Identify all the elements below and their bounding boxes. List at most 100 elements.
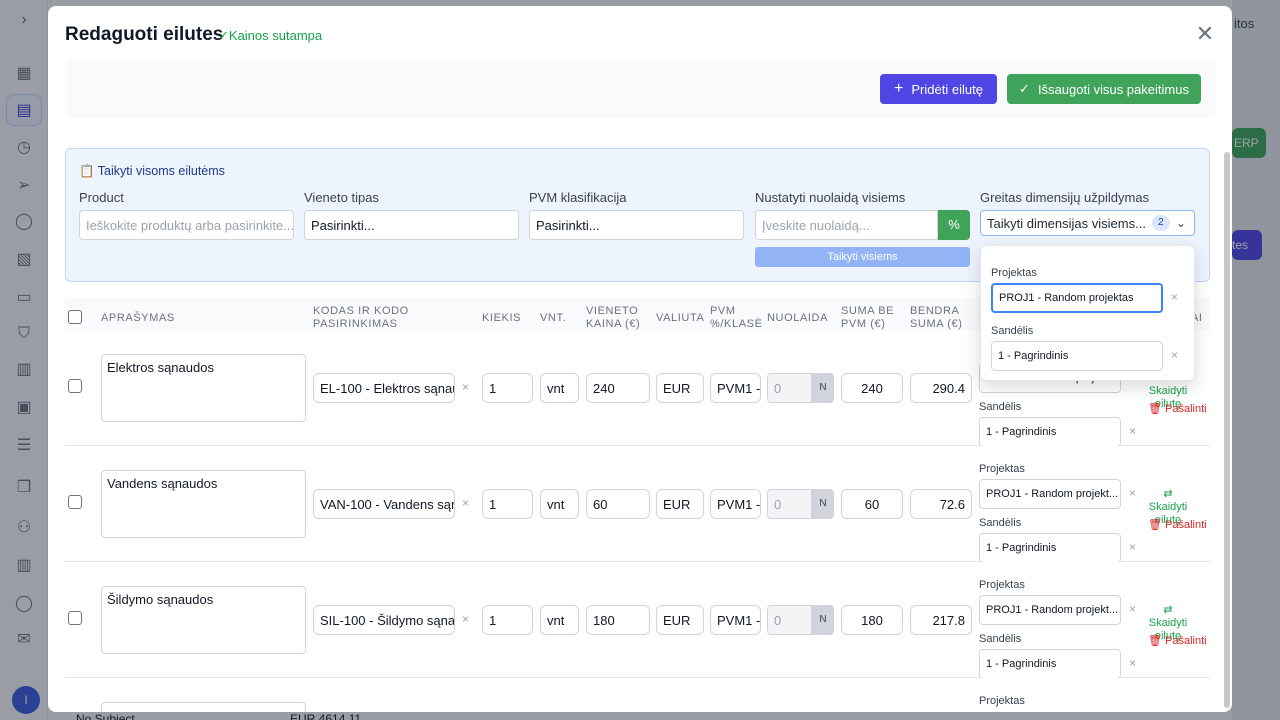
vat-select[interactable]: PVM1 - xyxy=(710,489,761,519)
save-all-button[interactable]: ✓ Išsaugoti visus pakeitimus xyxy=(1007,74,1201,104)
total-sum-input[interactable]: 290.4 xyxy=(910,373,972,403)
popup-project-label: Projektas xyxy=(991,267,1037,279)
discount-type-toggle[interactable]: N xyxy=(812,373,834,403)
quantity-input[interactable]: 1 xyxy=(482,605,533,635)
delete-line-button[interactable]: 🗑 Pašalinti xyxy=(1148,518,1207,531)
code-select[interactable]: VAN-100 - Vandens sąnaudos xyxy=(313,489,455,519)
modal-scrollbar[interactable] xyxy=(1224,152,1230,708)
table-row: Vandens sąnaudos VAN-100 - Vandens sąnau… xyxy=(65,446,1210,563)
select-all-checkbox[interactable] xyxy=(68,310,82,324)
column-net-sum: SUMA BE PVM (€) xyxy=(841,305,895,330)
discount-all-label: Nustatyti nuolaidą visiems xyxy=(755,190,906,205)
clear-code-icon[interactable]: × xyxy=(462,380,469,394)
clear-warehouse-icon[interactable]: × xyxy=(1129,656,1136,670)
warehouse-select[interactable]: 1 - Pagrindinis xyxy=(979,417,1121,447)
project-label: Projektas xyxy=(979,695,1025,707)
description-textarea[interactable]: Vandens sąnaudos xyxy=(101,470,306,538)
modal-toolbar: + Pridėti eilutę ✓ Išsaugoti visus pakei… xyxy=(65,60,1216,118)
warehouse-label: Sandėlis xyxy=(979,517,1022,529)
net-sum-input[interactable]: 60 xyxy=(841,489,903,519)
check-icon: ✓ xyxy=(1019,81,1030,96)
delete-line-button[interactable]: 🗑 Pašalinti xyxy=(1148,634,1207,647)
discount-type-toggle[interactable]: N xyxy=(812,605,834,635)
description-textarea[interactable]: Šildymo sąnaudos xyxy=(101,586,306,654)
product-search-input[interactable]: Ieškokite produktų arba pasirinkite... xyxy=(79,210,294,240)
unit-input[interactable]: vnt xyxy=(540,373,579,403)
table-row: Projektas xyxy=(65,678,1210,712)
column-total-sum: BENDRA SUMA (€) xyxy=(910,305,963,330)
dimensions-dropdown: Projektas PROJ1 - Random projektas × San… xyxy=(980,245,1195,381)
prices-match-status: ✓Kainos sutampa xyxy=(218,28,323,43)
row-checkbox[interactable] xyxy=(68,611,82,625)
clear-warehouse-icon[interactable]: × xyxy=(1129,424,1136,438)
total-sum-input[interactable]: 217.8 xyxy=(910,605,972,635)
clear-code-icon[interactable]: × xyxy=(462,496,469,510)
row-checkbox[interactable] xyxy=(68,495,82,509)
column-vat: PVM %/KLASĖ xyxy=(710,305,763,330)
warehouse-label: Sandėlis xyxy=(979,633,1022,645)
discount-input[interactable]: 0 xyxy=(767,489,812,519)
code-select[interactable]: SIL-100 - Šildymo sąnaudos xyxy=(313,605,455,635)
clear-project-icon[interactable]: × xyxy=(1129,602,1136,616)
quick-dimensions-label: Greitas dimensijų užpildymas xyxy=(980,190,1150,205)
chevron-down-icon: ⌄ xyxy=(1175,216,1186,230)
row-checkbox[interactable] xyxy=(68,379,82,393)
apply-all-title: 📋 Taikyti visoms eilutėms xyxy=(79,164,225,178)
clear-warehouse-icon[interactable]: × xyxy=(1129,540,1136,554)
currency-input[interactable]: EUR xyxy=(656,489,704,519)
unit-type-label: Vieneto tipas xyxy=(304,190,379,205)
warehouse-select[interactable]: 1 - Pagrindinis xyxy=(979,649,1121,679)
dimension-count-badge: 2 xyxy=(1151,215,1170,231)
dimensions-select[interactable]: Taikyti dimensijas visiems... 2 ⌄ xyxy=(980,210,1195,236)
popup-clear-warehouse-icon[interactable]: × xyxy=(1171,348,1178,362)
net-sum-input[interactable]: 180 xyxy=(841,605,903,635)
close-icon[interactable]: ✕ xyxy=(1194,23,1216,45)
unit-price-input[interactable]: 240 xyxy=(586,373,650,403)
clear-code-icon[interactable]: × xyxy=(462,612,469,626)
clear-project-icon[interactable]: × xyxy=(1129,486,1136,500)
description-textarea[interactable]: Elektros sąnaudos xyxy=(101,354,306,422)
popup-warehouse-input[interactable]: 1 - Pagrindinis xyxy=(991,341,1163,371)
vat-classification-select[interactable]: Pasirinkti... xyxy=(529,210,744,240)
add-line-button[interactable]: + Pridėti eilutę xyxy=(880,74,997,104)
currency-input[interactable]: EUR xyxy=(656,373,704,403)
currency-input[interactable]: EUR xyxy=(656,605,704,635)
delete-line-button[interactable]: 🗑 Pašalinti xyxy=(1148,402,1207,415)
unit-price-input[interactable]: 60 xyxy=(586,489,650,519)
vat-select[interactable]: PVM1 - xyxy=(710,373,761,403)
discount-input[interactable]: 0 xyxy=(767,605,812,635)
modal-title: Redaguoti eilutes xyxy=(65,24,224,45)
project-select[interactable]: PROJ1 - Random projekt... xyxy=(979,479,1121,509)
code-select[interactable]: EL-100 - Elektros sąnaudos xyxy=(313,373,455,403)
popup-warehouse-label: Sandėlis xyxy=(991,325,1034,337)
percent-button[interactable]: % xyxy=(938,210,970,240)
vat-classification-label: PVM klasifikacija xyxy=(529,190,627,205)
column-code: KODAS IR KODO PASIRINKIMAS xyxy=(313,305,409,330)
warehouse-select[interactable]: 1 - Pagrindinis xyxy=(979,533,1121,563)
project-select[interactable]: PROJ1 - Random projekt... xyxy=(979,595,1121,625)
vat-select[interactable]: PVM1 - xyxy=(710,605,761,635)
column-unit: VNT. xyxy=(540,312,567,324)
unit-input[interactable]: vnt xyxy=(540,489,579,519)
quantity-input[interactable]: 1 xyxy=(482,373,533,403)
net-sum-input[interactable]: 240 xyxy=(841,373,903,403)
total-sum-input[interactable]: 72.6 xyxy=(910,489,972,519)
discount-type-toggle[interactable]: N xyxy=(812,489,834,519)
unit-input[interactable]: vnt xyxy=(540,605,579,635)
project-label: Projektas xyxy=(979,463,1025,475)
column-currency: VALIUTA xyxy=(656,312,705,324)
discount-all-input[interactable]: Įveskite nuolaidą... xyxy=(755,210,938,240)
description-textarea[interactable] xyxy=(101,702,306,712)
column-quantity: KIEKIS xyxy=(482,312,522,324)
quantity-input[interactable]: 1 xyxy=(482,489,533,519)
unit-price-input[interactable]: 180 xyxy=(586,605,650,635)
column-description: APRAŠYMAS xyxy=(101,312,175,324)
column-discount: NUOLAIDA xyxy=(767,312,829,324)
project-label: Projektas xyxy=(979,579,1025,591)
discount-input[interactable]: 0 xyxy=(767,373,812,403)
popup-clear-project-icon[interactable]: × xyxy=(1171,290,1178,304)
popup-project-input[interactable]: PROJ1 - Random projektas xyxy=(991,283,1163,313)
plus-icon: + xyxy=(894,80,904,97)
apply-all-button[interactable]: Taikyti visiems xyxy=(755,247,970,267)
unit-type-select[interactable]: Pasirinkti... xyxy=(304,210,519,240)
